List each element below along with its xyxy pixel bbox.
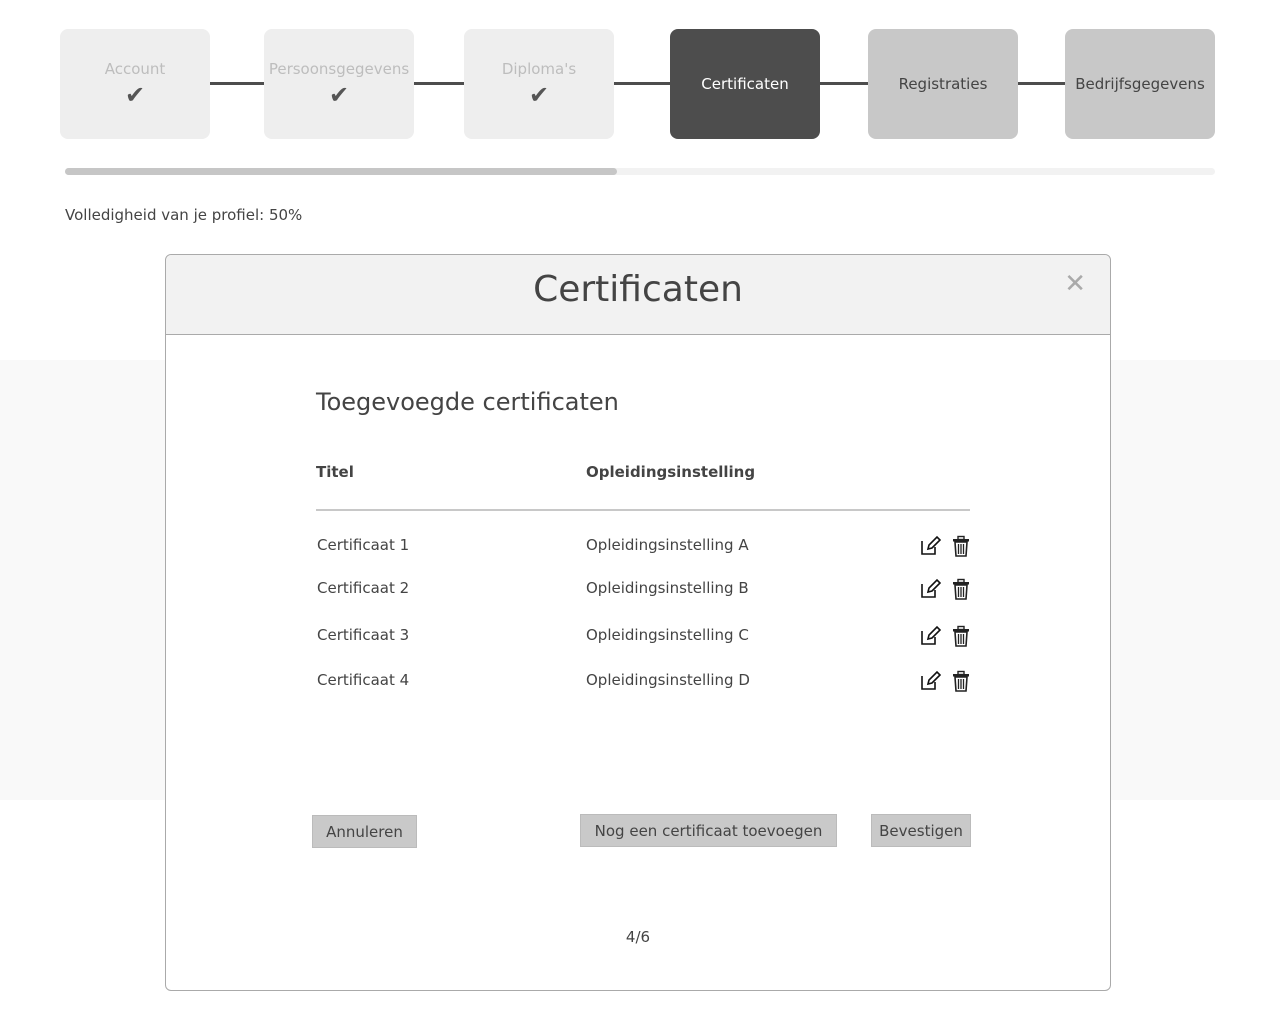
step-connector: [1018, 82, 1065, 85]
certificate-institution: Opleidingsinstelling A: [586, 536, 749, 554]
page-indicator: 4/6: [625, 928, 651, 946]
certificate-title: Certificaat 4: [317, 671, 410, 689]
certificate-institution: Opleidingsinstelling C: [586, 626, 749, 644]
trash-icon[interactable]: [950, 578, 972, 600]
step-label: Account: [104, 60, 166, 78]
trash-icon[interactable]: [950, 535, 972, 557]
step-label: Persoonsgegevens: [268, 60, 410, 78]
profile-completeness: Volledigheid van je profiel: 50%: [65, 206, 303, 224]
edit-icon[interactable]: [919, 535, 942, 557]
check-icon: ✔: [328, 81, 350, 109]
trash-icon[interactable]: [950, 625, 972, 647]
modal-header: Certificaten ✕: [166, 255, 1110, 335]
step-connector: [614, 82, 670, 85]
certificate-title: Certificaat 1: [317, 536, 410, 554]
progress-bar: [65, 168, 1215, 175]
header-divider: [316, 509, 970, 511]
modal-title: Certificaten: [533, 269, 743, 310]
close-icon[interactable]: ✕: [1064, 269, 1086, 299]
step-certificaten[interactable]: Certificaten: [670, 29, 820, 139]
certificates-modal: Certificaten ✕ Toegevoegde certificaten …: [165, 254, 1111, 991]
edit-icon[interactable]: [919, 670, 942, 692]
step-connector: [210, 82, 264, 85]
step-registraties[interactable]: Registraties: [868, 29, 1018, 139]
add-another-certificate-button[interactable]: Nog een certificaat toevoegen: [580, 814, 837, 847]
check-icon: ✔: [528, 81, 550, 109]
step-account[interactable]: Account ✔: [60, 29, 210, 139]
step-connector: [414, 82, 464, 85]
step-diplomas[interactable]: Diploma's ✔: [464, 29, 614, 139]
certificate-institution: Opleidingsinstelling B: [586, 579, 749, 597]
step-label: Registraties: [898, 75, 988, 93]
certificate-title: Certificaat 2: [317, 579, 410, 597]
trash-icon[interactable]: [950, 670, 972, 692]
step-connector: [820, 82, 868, 85]
certificate-institution: Opleidingsinstelling D: [586, 671, 750, 689]
progress-fill: [65, 168, 617, 175]
step-label: Certificaten: [701, 75, 789, 93]
column-header-title: Titel: [316, 463, 354, 481]
confirm-button[interactable]: Bevestigen: [871, 814, 971, 847]
step-label: Diploma's: [501, 60, 577, 78]
check-icon: ✔: [124, 81, 146, 109]
certificate-title: Certificaat 3: [317, 626, 410, 644]
column-header-institution: Opleidingsinstelling: [586, 463, 756, 481]
step-label: Bedrijfsgegevens: [1075, 75, 1205, 93]
section-title: Toegevoegde certificaten: [316, 388, 619, 416]
step-persoonsgegevens[interactable]: Persoonsgegevens ✔: [264, 29, 414, 139]
edit-icon[interactable]: [919, 625, 942, 647]
step-bedrijfsgegevens[interactable]: Bedrijfsgegevens: [1065, 29, 1215, 139]
edit-icon[interactable]: [919, 578, 942, 600]
cancel-button[interactable]: Annuleren: [312, 815, 417, 848]
